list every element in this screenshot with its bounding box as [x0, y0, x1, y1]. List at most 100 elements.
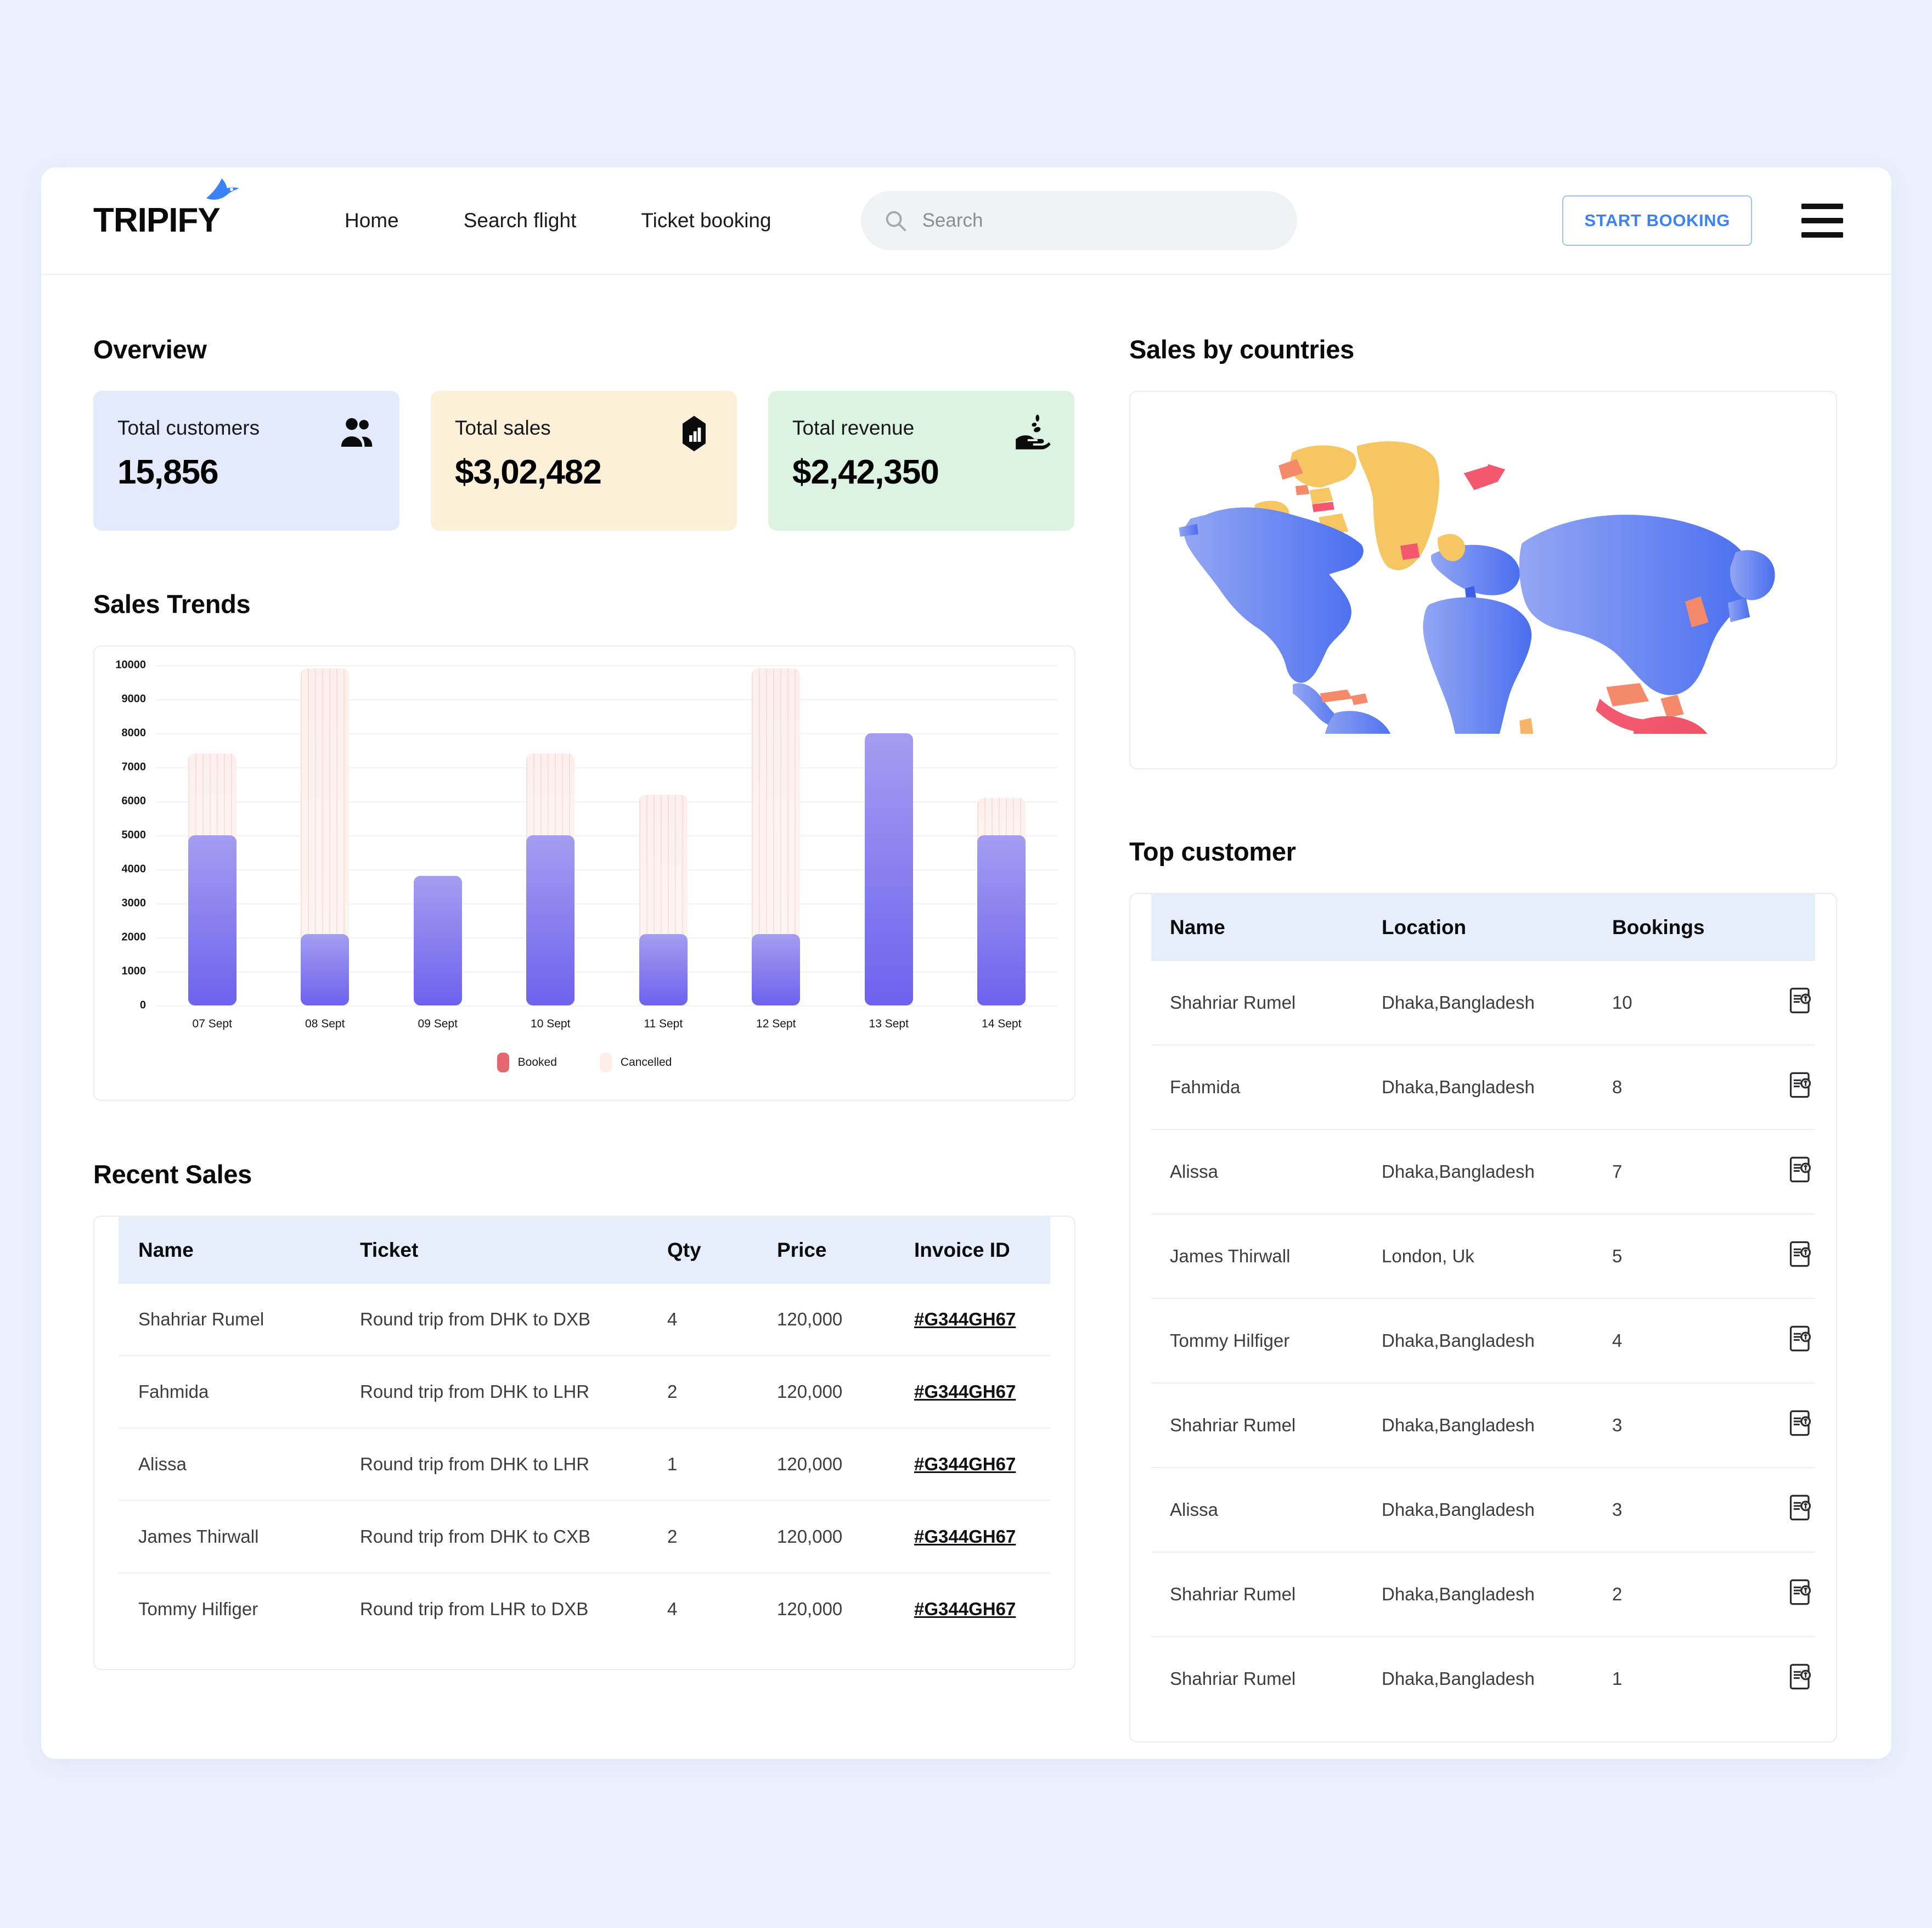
chart-bar[interactable] — [639, 794, 688, 1005]
col-invoice-id: Invoice ID — [914, 1217, 1050, 1284]
chart-bar-cancelled — [301, 668, 350, 942]
chart-bar-group[interactable] — [832, 665, 945, 1005]
cell-name: Fahmida — [119, 1356, 360, 1429]
col-qty: Qty — [667, 1217, 777, 1284]
table-row[interactable]: Fahmida Round trip from DHK to LHR 2 120,00… — [119, 1356, 1050, 1429]
map-region-caribbean — [1320, 689, 1353, 703]
table-row[interactable]: Alissa Round trip from DHK to LHR 1 120,000… — [119, 1428, 1050, 1501]
nav-item-home[interactable]: Home — [345, 209, 399, 232]
cell-name: Shahriar Rumel — [1170, 1668, 1296, 1689]
chart-bar-group[interactable] — [945, 665, 1058, 1005]
table-row[interactable]: Shahriar Rumel Round trip from DHK to DXB… — [119, 1284, 1050, 1356]
chart-bar[interactable] — [864, 733, 913, 1005]
table-row[interactable]: Fahmida Dhaka,Bangladesh 8 — [1151, 1045, 1815, 1130]
hamburger-menu-icon[interactable] — [1801, 204, 1843, 238]
table-row[interactable]: Shahriar Rumel Dhaka,Bangladesh 1 — [1151, 1637, 1815, 1721]
sales-by-countries-title: Sales by countries — [1129, 335, 1354, 364]
table-row[interactable]: Tommy Hilfiger Dhaka,Bangladesh 4 — [1151, 1299, 1815, 1384]
chart-bar-group[interactable] — [156, 665, 269, 1005]
chart-x-axis: 07 Sept 08 Sept 09 Sept 10 Sept 11 Sept 12 Se… — [156, 1018, 1058, 1031]
invoice-id-link[interactable]: #G344GH67 — [914, 1381, 1016, 1402]
chart-bar-group[interactable] — [381, 665, 494, 1005]
cell-location: London, Uk — [1382, 1214, 1612, 1299]
receipt-document-icon[interactable] — [1787, 1662, 1815, 1691]
receipt-document-icon[interactable] — [1787, 1240, 1815, 1268]
chart-bar-group[interactable] — [494, 665, 607, 1005]
receipt-document-icon[interactable] — [1787, 1071, 1815, 1099]
chart-bar[interactable] — [301, 668, 350, 1005]
search-box[interactable] — [860, 191, 1297, 250]
map-region-caribbean-b — [1351, 693, 1368, 705]
col-bookings: Bookings — [1612, 894, 1755, 961]
chart-bar[interactable] — [977, 797, 1026, 1005]
receipt-document-icon[interactable] — [1787, 1578, 1815, 1606]
cell-name: Alissa — [1151, 1468, 1382, 1553]
nav-item-search-flight[interactable]: Search flight — [464, 209, 577, 232]
chart-bar-group[interactable] — [720, 665, 833, 1005]
invoice-id-link[interactable]: #G344GH67 — [914, 1599, 1016, 1619]
stat-value: $3,02,482 — [455, 453, 602, 491]
stat-card-total-customers[interactable]: Total customers 15,856 — [93, 391, 399, 531]
table-row[interactable]: Shahriar Rumel Dhaka,Bangladesh 3 — [1151, 1383, 1815, 1468]
table-row[interactable]: James Thirwall Round trip from DHK to CXB… — [119, 1500, 1050, 1573]
stat-card-total-revenue[interactable]: Total revenue $2,42,350 — [768, 391, 1074, 531]
sales-by-countries-card — [1129, 391, 1837, 769]
receipt-document-icon[interactable] — [1787, 1324, 1815, 1353]
sales-trends-chart-card: 0 1000 2000 3000 4000 5000 6000 7000 8000 9000 100… — [93, 645, 1075, 1101]
chart-bar[interactable] — [526, 754, 575, 1005]
x-axis-tick: 14 Sept — [982, 1018, 1022, 1030]
cell-price: 120,000 — [777, 1428, 914, 1501]
table-row[interactable]: Shahriar Rumel Dhaka,Bangladesh 10 — [1151, 961, 1815, 1045]
receipt-document-icon[interactable] — [1787, 986, 1815, 1015]
cell-name: Tommy Hilfiger — [138, 1599, 258, 1619]
start-booking-button[interactable]: START BOOKING — [1562, 195, 1752, 246]
table-row[interactable]: James Thirwall London, Uk 5 — [1151, 1214, 1815, 1299]
map-region-arctic-isle-red-b — [1295, 485, 1310, 496]
world-map[interactable] — [1159, 426, 1807, 734]
table-row[interactable]: Alissa Dhaka,Bangladesh 7 — [1151, 1129, 1815, 1215]
cell-actions — [1755, 1214, 1815, 1299]
recent-sales-header: Name Ticket Qty Price Invoice ID — [119, 1217, 1050, 1284]
top-customer-header: Name Location Bookings — [1151, 894, 1815, 961]
cell-name: Shahriar Rumel — [1151, 961, 1382, 1045]
legend-label: Booked — [517, 1056, 557, 1069]
people-icon — [341, 418, 373, 447]
cell-actions — [1755, 1129, 1815, 1215]
table-row[interactable]: Alissa Dhaka,Bangladesh 3 — [1151, 1468, 1815, 1553]
invoice-id-link[interactable]: #G344GH67 — [914, 1309, 1016, 1329]
invoice-id-link[interactable]: #G344GH67 — [914, 1454, 1016, 1474]
chart-bar-group[interactable] — [269, 665, 382, 1005]
chart-bar[interactable] — [752, 668, 801, 1005]
cell-qty: 4 — [667, 1599, 678, 1619]
chart-bar[interactable] — [188, 754, 236, 1005]
chart-bar-group[interactable] — [607, 665, 720, 1005]
table-row[interactable]: Tommy Hilfiger Round trip from LHR to DXB… — [119, 1573, 1050, 1645]
brand-logo[interactable]: TRIPIFY — [93, 178, 252, 239]
overview-cards: Total customers 15,856 Total sales $3,02… — [93, 391, 1075, 531]
map-region-png — [1660, 694, 1684, 718]
legend-item-booked: Booked — [497, 1053, 557, 1072]
chart-bar[interactable] — [413, 876, 462, 1005]
receipt-document-icon[interactable] — [1787, 1493, 1815, 1522]
stat-card-total-sales[interactable]: Total sales $3,02,482 — [431, 391, 737, 531]
x-axis-tick: 10 Sept — [531, 1018, 571, 1030]
invoice-id-link[interactable]: #G344GH67 — [914, 1526, 1016, 1547]
brand-name: TRIPIFY — [93, 201, 221, 239]
cell-location: Dhaka,Bangladesh — [1382, 1468, 1612, 1553]
receipt-document-icon[interactable] — [1787, 1155, 1815, 1184]
nav-item-ticket-booking[interactable]: Ticket booking — [641, 209, 771, 232]
cell-price: 120,000 — [777, 1500, 914, 1573]
table-row[interactable]: Shahriar Rumel Dhaka,Bangladesh 2 — [1151, 1552, 1815, 1637]
y-axis-tick: 5000 — [121, 829, 147, 841]
y-axis-tick: 2000 — [121, 931, 147, 943]
col-actions — [1755, 894, 1815, 961]
stat-value: $2,42,350 — [792, 453, 939, 491]
y-axis-tick: 6000 — [121, 795, 147, 807]
search-input[interactable] — [922, 210, 1275, 232]
top-customer-body: Shahriar Rumel Dhaka,Bangladesh 10 Fahmida D… — [1151, 961, 1815, 1721]
receipt-document-icon[interactable] — [1787, 1409, 1815, 1437]
y-axis-tick: 4000 — [121, 863, 147, 875]
col-name: Name — [119, 1217, 360, 1284]
cell-bookings: 3 — [1612, 1383, 1755, 1468]
cell-ticket: Round trip from DHK to DXB — [360, 1284, 667, 1356]
